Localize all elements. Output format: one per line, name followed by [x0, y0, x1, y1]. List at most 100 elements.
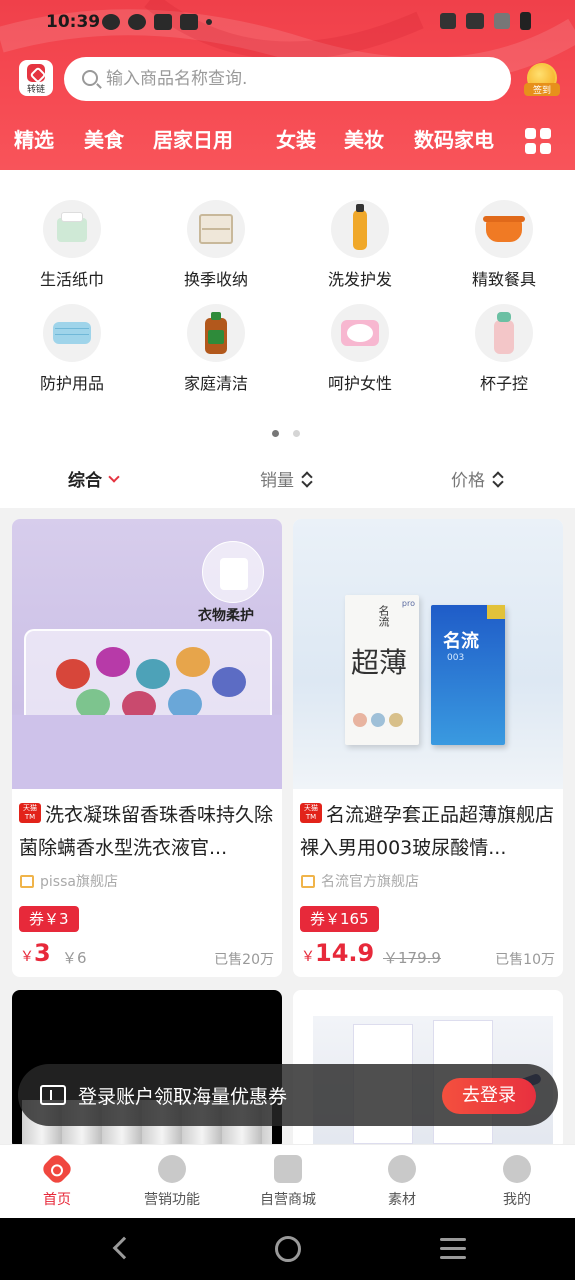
cleaner-icon [187, 304, 245, 362]
product-title: 天猫 TM 名流避孕套正品超薄旗舰店裸入男用003玻尿酸情... [300, 799, 558, 865]
original-price: ￥6 [62, 949, 87, 967]
battery-icon [520, 12, 531, 30]
category-tab[interactable]: 美妆 [344, 124, 384, 153]
notification-dot-icon [206, 19, 212, 25]
system-nav-bar [0, 1218, 575, 1280]
product-title-text: 名流避孕套正品超薄旗舰店裸入男用003玻尿酸情... [300, 804, 555, 859]
shop-icon [301, 874, 315, 888]
tmall-icon: 天猫 TM [300, 803, 322, 823]
sort-price[interactable]: 价格 [451, 466, 503, 491]
mask-icon [43, 304, 101, 362]
cup-icon [475, 304, 533, 362]
subcategory-label: 换季收纳 [183, 270, 248, 289]
compass-icon [388, 1155, 416, 1183]
search-input[interactable] [106, 57, 496, 101]
coupon-ticket-icon [40, 1085, 66, 1105]
subcategory-label: 洗发护发 [327, 270, 392, 289]
tab-store[interactable]: 自营商城 [238, 1155, 338, 1209]
sort-arrows-icon [493, 471, 503, 487]
subcategory-item[interactable]: 家庭清洁 [156, 304, 276, 394]
search-icon [82, 70, 98, 86]
tab-label: 我的 [503, 1192, 531, 1208]
back-icon[interactable] [112, 1236, 136, 1260]
product-price: ￥3 [20, 939, 51, 967]
sort-price-label: 价格 [451, 471, 485, 491]
category-tab[interactable]: 居家日用 [153, 124, 233, 153]
subcategory-item[interactable]: 呵护女性 [300, 304, 420, 394]
bottom-tab-bar: 首页 营销功能 自营商城 素材 我的 [0, 1144, 575, 1218]
subcategory-label: 生活纸巾 [39, 270, 104, 289]
coupon-badge: 券￥165 [300, 906, 379, 932]
tab-marketing[interactable]: 营销功能 [122, 1155, 222, 1209]
zhuanlian-button[interactable]: 转链 [19, 60, 53, 96]
shop-name-text: 名流官方旗舰店 [321, 874, 419, 890]
checkin-label: 签到 [524, 83, 560, 96]
subcategory-label: 防护用品 [39, 374, 104, 393]
tab-label: 营销功能 [144, 1192, 200, 1208]
signal-icon [494, 13, 510, 29]
tab-label: 自营商城 [260, 1192, 316, 1208]
shop-icon [20, 874, 34, 888]
tab-me[interactable]: 我的 [467, 1155, 567, 1209]
checkin-badge[interactable]: 签到 [524, 63, 560, 97]
tab-home[interactable]: 首页 [7, 1152, 107, 1209]
subcategory-item[interactable]: 洗发护发 [300, 200, 420, 290]
search-bar[interactable] [64, 57, 511, 101]
all-categories-grid-icon[interactable] [525, 128, 551, 154]
category-tab[interactable]: 美食 [84, 124, 124, 153]
wifi-icon [466, 13, 484, 29]
image-tag: 衣物柔护 [198, 608, 254, 624]
tab-label: 首页 [43, 1192, 71, 1208]
menu-icon[interactable] [440, 1238, 466, 1260]
product-title-text: 洗衣凝珠留香珠香味持久除菌除螨香水型洗衣液官... [19, 804, 274, 859]
sort-comprehensive-label: 综合 [68, 471, 102, 491]
coupon-badge: 券￥3 [19, 906, 79, 932]
category-tab[interactable]: 精选 [14, 124, 54, 153]
login-banner-message: 登录账户领取海量优惠券 [78, 1086, 288, 1108]
subcategory-item[interactable]: 换季收纳 [156, 200, 276, 290]
product-card[interactable]: 衣物柔护 天猫 TM 洗衣凝珠留香珠香味持久除菌除螨香水型洗衣液官... pissa… [12, 519, 282, 977]
sort-bar: 综合 销量 价格 [0, 462, 575, 496]
login-banner: 登录账户领取海量优惠券 去登录 [18, 1064, 558, 1126]
home-icon [40, 1152, 74, 1186]
sold-count: 已售10万 [495, 952, 555, 968]
storage-icon [187, 200, 245, 258]
status-time: 10:39 [46, 12, 101, 32]
sort-arrows-icon [302, 471, 312, 487]
profile-icon [503, 1155, 531, 1183]
login-button[interactable]: 去登录 [442, 1078, 536, 1114]
zhuanlian-label: 转链 [26, 85, 45, 95]
shop-bag-icon [154, 14, 172, 30]
marketing-icon [158, 1155, 186, 1183]
link-icon [27, 64, 45, 82]
product-title: 天猫 TM 洗衣凝珠留香珠香味持久除菌除螨香水型洗衣液官... [19, 799, 277, 865]
tab-materials[interactable]: 素材 [352, 1155, 452, 1209]
subcategory-label: 家庭清洁 [183, 374, 248, 393]
shampoo-icon [331, 200, 389, 258]
product-image: 衣物柔护 [12, 519, 282, 789]
tissue-icon [43, 200, 101, 258]
subcategory-item[interactable]: 精致餐具 [444, 200, 564, 290]
sort-comprehensive[interactable]: 综合 [68, 466, 120, 491]
pad-icon [331, 304, 389, 362]
shop-bag-icon [180, 14, 198, 30]
home-circle-icon[interactable] [275, 1236, 301, 1262]
category-tabs: 精选 美食 居家日用 女装 美妆 数码家电 [0, 124, 575, 160]
sold-count: 已售20万 [214, 952, 274, 968]
sort-sales-label: 销量 [260, 471, 294, 491]
chevron-down-icon [108, 470, 120, 483]
tmall-icon: 天猫 TM [19, 803, 41, 823]
shirt-icon [202, 541, 264, 603]
subcategory-item[interactable]: 防护用品 [12, 304, 132, 394]
subcategory-label: 杯子控 [479, 374, 528, 393]
shop-name: pissa旗舰店 [20, 871, 118, 891]
original-price: ￥179.9 [383, 949, 441, 967]
category-tab[interactable]: 女装 [276, 124, 316, 153]
category-tab[interactable]: 数码家电 [414, 124, 494, 153]
product-card[interactable]: pro 名流 超薄 名流 003 天猫 TM 名流避孕套正品超薄旗舰店裸入男用003… [293, 519, 563, 977]
check-icon [128, 14, 146, 30]
sort-sales[interactable]: 销量 [260, 466, 312, 491]
subcategory-item[interactable]: 杯子控 [444, 304, 564, 394]
vibrate-icon [440, 13, 456, 29]
subcategory-item[interactable]: 生活纸巾 [12, 200, 132, 290]
